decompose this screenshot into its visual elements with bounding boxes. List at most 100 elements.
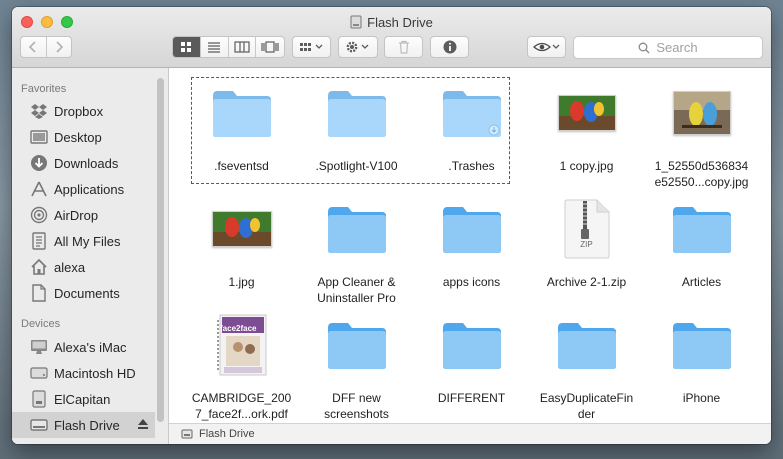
list-view-button[interactable] bbox=[201, 37, 229, 57]
hard-disk-icon bbox=[30, 364, 48, 382]
sidebar-item-label: ElCapitan bbox=[54, 391, 111, 407]
eye-icon bbox=[532, 42, 559, 52]
nav-button-group bbox=[20, 36, 72, 58]
imac-icon bbox=[30, 338, 48, 356]
window-title: Flash Drive bbox=[12, 15, 771, 31]
drive-icon bbox=[181, 429, 193, 439]
hidden-files-highlight bbox=[191, 77, 510, 184]
cover-flow-icon bbox=[261, 41, 279, 53]
path-bar-label[interactable]: Flash Drive bbox=[199, 428, 255, 440]
icon-view-icon bbox=[181, 42, 192, 52]
folder-icon bbox=[442, 323, 501, 369]
all-files-icon bbox=[30, 232, 48, 250]
drive-icon bbox=[30, 416, 48, 434]
documents-icon bbox=[30, 284, 48, 302]
favorites-header: Favorites bbox=[21, 83, 67, 95]
sidebar-item-label: All My Files bbox=[54, 233, 121, 249]
sidebar-item-all-my-files[interactable]: All My Files bbox=[12, 228, 154, 254]
cover-flow-button[interactable] bbox=[256, 37, 284, 57]
file-name: Archive 2-1.zip bbox=[546, 275, 627, 289]
budgies-image-thumbnail bbox=[672, 91, 731, 135]
file-name: App Cleaner & Uninstaller Pro bbox=[317, 275, 396, 305]
desktop-icon bbox=[30, 128, 48, 146]
sidebar-item-elcapitan[interactable]: ElCapitan bbox=[12, 386, 154, 412]
window-title-text: Flash Drive bbox=[367, 15, 433, 30]
sidebar-item-label: Dropbox bbox=[54, 103, 104, 119]
folder-icon bbox=[672, 207, 731, 253]
sidebar-item-label: Desktop bbox=[54, 129, 102, 145]
pdf-cover-title: face2face bbox=[220, 324, 257, 333]
sidebar-item-label: Documents bbox=[54, 285, 120, 301]
info-icon bbox=[443, 40, 456, 54]
file-name: DIFFERENT bbox=[437, 391, 506, 405]
sidebar-item-label: Alexa's iMac bbox=[54, 339, 127, 355]
column-view-icon bbox=[234, 41, 250, 53]
arrange-button[interactable] bbox=[292, 36, 331, 58]
path-bar: Flash Drive bbox=[169, 423, 771, 444]
folder-icon bbox=[442, 207, 501, 253]
sidebar-item-desktop[interactable]: Desktop bbox=[12, 124, 154, 150]
search-field[interactable]: Search bbox=[573, 36, 763, 59]
sidebar: Favorites Dropbox Desktop Downloads Appl… bbox=[12, 68, 169, 444]
sidebar-item-applications[interactable]: Applications bbox=[12, 176, 154, 202]
sidebar-item-home[interactable]: alexa bbox=[12, 254, 154, 280]
file-name: CAMBRIDGE_200 7_face2f...ork.pdf bbox=[191, 391, 292, 421]
sidebar-item-airdrop[interactable]: AirDrop bbox=[12, 202, 154, 228]
gear-icon bbox=[346, 41, 369, 53]
sidebar-item-label: Flash Drive bbox=[54, 417, 120, 433]
sidebar-scrollbar[interactable] bbox=[156, 76, 164, 440]
sidebar-item-imac[interactable]: Alexa's iMac bbox=[12, 334, 154, 360]
file-name: DFF new screenshots bbox=[324, 391, 389, 421]
arrange-icon bbox=[299, 43, 322, 51]
airdrop-icon bbox=[30, 206, 48, 224]
file-name: iPhone bbox=[682, 391, 721, 405]
folder-icon bbox=[327, 207, 386, 253]
search-icon bbox=[638, 42, 650, 53]
file-name: 1 copy.jpg bbox=[559, 159, 614, 173]
chevron-left-icon bbox=[29, 41, 36, 53]
applications-icon bbox=[30, 180, 48, 198]
finder-window: Flash Drive Search Favorites Dropbox Des… bbox=[12, 7, 771, 444]
disk-icon bbox=[30, 390, 48, 408]
trash-icon bbox=[398, 40, 409, 54]
sidebar-item-label: AirDrop bbox=[54, 207, 99, 223]
search-placeholder: Search bbox=[656, 40, 698, 55]
quick-look-button[interactable] bbox=[527, 36, 566, 58]
drive-icon bbox=[350, 15, 362, 29]
folder-icon bbox=[672, 323, 731, 369]
folder-icon bbox=[327, 323, 386, 369]
file-name: EasyDuplicateFin der bbox=[539, 391, 634, 421]
list-view-icon bbox=[208, 42, 221, 53]
icon-view-button[interactable] bbox=[173, 37, 201, 57]
sidebar-item-dropbox[interactable]: Dropbox bbox=[12, 98, 154, 124]
parrots-image-thumbnail bbox=[557, 95, 616, 131]
zip-badge-label: ZIP bbox=[580, 240, 593, 249]
parrots-image-thumbnail bbox=[211, 211, 272, 247]
sidebar-item-documents[interactable]: Documents bbox=[12, 280, 154, 306]
sidebar-item-downloads[interactable]: Downloads bbox=[12, 150, 154, 176]
file-name: Articles bbox=[681, 275, 722, 289]
downloads-icon bbox=[30, 154, 48, 172]
column-view-button[interactable] bbox=[229, 37, 257, 57]
folder-icon bbox=[557, 323, 616, 369]
action-button[interactable] bbox=[338, 36, 378, 58]
delete-button[interactable] bbox=[384, 36, 423, 58]
devices-header: Devices bbox=[21, 318, 61, 330]
sidebar-scroll-thumb[interactable] bbox=[157, 78, 164, 422]
file-name: 1.jpg bbox=[228, 275, 255, 289]
sidebar-item-label: Applications bbox=[54, 181, 125, 197]
sidebar-item-label: Downloads bbox=[54, 155, 119, 171]
forward-button[interactable] bbox=[47, 37, 72, 57]
zip-file-icon bbox=[564, 199, 609, 259]
chevron-right-icon bbox=[56, 41, 63, 53]
sidebar-item-macintosh-hd[interactable]: Macintosh HD bbox=[12, 360, 154, 386]
dropbox-icon bbox=[30, 102, 48, 120]
home-icon bbox=[30, 258, 48, 276]
file-name: apps icons bbox=[442, 275, 501, 289]
get-info-button[interactable] bbox=[430, 36, 469, 58]
back-button[interactable] bbox=[21, 37, 47, 57]
eject-icon[interactable] bbox=[137, 418, 149, 430]
sidebar-item-label: Macintosh HD bbox=[54, 365, 136, 381]
file-name: 1_52550d536834 e52550...copy.jpg bbox=[654, 159, 749, 189]
sidebar-item-flash-drive[interactable]: Flash Drive bbox=[12, 412, 155, 438]
